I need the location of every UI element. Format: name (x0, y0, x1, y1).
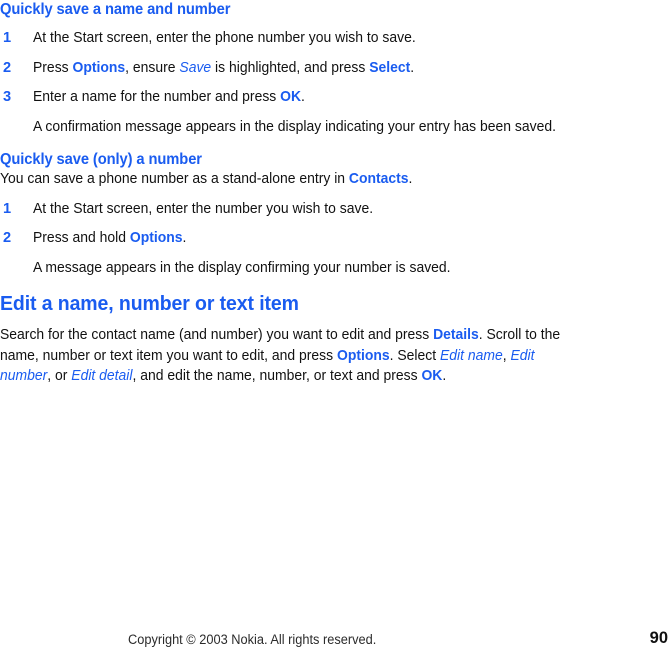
text-run: Press and hold (33, 230, 130, 246)
list-number: 1 (3, 200, 12, 217)
text-run: , or (47, 368, 72, 384)
text-run: . (442, 368, 447, 384)
softkey-label: Select (369, 59, 411, 76)
text-run: is highlighted, and press (211, 59, 370, 76)
list-number: 2 (3, 230, 12, 246)
heading-quickly-save-a-name-and-number: Quickly save a name and number (0, 1, 231, 18)
text-run: Search for the contact name (and number)… (0, 327, 434, 343)
menu-item-label: Save (179, 59, 212, 76)
note-paragraph: A confirmation message appears in the di… (0, 117, 600, 138)
text-run: You can save a phone number as a stand-a… (0, 171, 349, 187)
menu-item-label: Edit detail (71, 368, 133, 384)
text-run: At the Start screen, enter the phone num… (33, 30, 416, 46)
list-number: 2 (3, 59, 12, 76)
page-content: Quickly save a name and number 1 At the … (0, 0, 600, 387)
list-item: 2 Press and hold Options. (0, 228, 600, 249)
menu-item-label: Edit name (440, 347, 503, 364)
softkey-label: OK (280, 89, 302, 105)
softkey-label: Contacts (348, 171, 409, 187)
list-item: 1 At the Start screen, enter the number … (0, 199, 600, 220)
text-run: , and edit the name, number, or text and… (132, 368, 422, 384)
list-text: Press and hold Options. (33, 228, 574, 249)
note-paragraph: A message appears in the display confirm… (0, 258, 600, 279)
softkey-label: Details (433, 327, 479, 343)
text-run: , (502, 347, 511, 364)
softkey-label: OK (421, 368, 443, 384)
edit-item-paragraph: Search for the contact name (and number)… (0, 325, 573, 387)
text-run: . (408, 171, 413, 187)
heading-edit-a-name-number-or-text-item: Edit a name, number or text item (0, 292, 299, 315)
page-footer: Copyright © 2003 Nokia. All rights reser… (0, 629, 670, 650)
note-text: A message appears in the display confirm… (33, 259, 451, 276)
softkey-label: Options (336, 347, 390, 364)
heading-quickly-save-only-a-number: Quickly save (only) a number (0, 151, 202, 168)
softkey-label: Options (129, 230, 183, 246)
list-text: At the Start screen, enter the number yo… (33, 199, 574, 220)
softkey-label: Options (72, 59, 126, 76)
list-number: 1 (3, 30, 12, 46)
list-text: Enter a name for the number and press OK… (33, 87, 574, 108)
text-run: . (410, 59, 415, 76)
copyright-text: Copyright © 2003 Nokia. All rights reser… (128, 632, 377, 647)
list-item: 3 Enter a name for the number and press … (0, 87, 600, 108)
manual-page: Quickly save a name and number 1 At the … (0, 0, 670, 650)
text-run: . (301, 89, 305, 105)
text-run: , ensure (125, 59, 180, 76)
page-number: 90 (649, 629, 668, 647)
text-run: At the Start screen, enter the number yo… (33, 200, 374, 217)
text-run: Enter a name for the number and press (33, 89, 281, 105)
intro-paragraph: You can save a phone number as a stand-a… (0, 169, 573, 190)
list-item: 2 Press Options, ensure Save is highligh… (0, 58, 600, 79)
note-text: A confirmation message appears in the di… (33, 118, 556, 135)
text-run: . (182, 230, 187, 246)
list-item: 1 At the Start screen, enter the phone n… (0, 28, 600, 49)
list-text: At the Start screen, enter the phone num… (33, 28, 574, 49)
list-number: 3 (3, 89, 12, 105)
list-text: Press Options, ensure Save is highlighte… (33, 58, 574, 79)
text-run: . Select (389, 347, 441, 364)
text-run: Press (33, 59, 73, 76)
